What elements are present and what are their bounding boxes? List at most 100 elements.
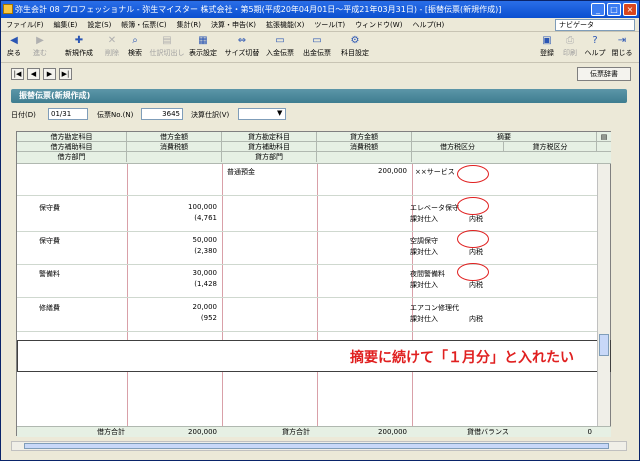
menu-bar: ファイル(F) 編集(E) 設定(S) 帳簿・伝票(C) 集計(R) 決算・申告(K) 拡張… [1, 18, 639, 32]
app-icon [3, 4, 13, 14]
header-debit-sub: 借方補助科目 [17, 142, 127, 152]
menu-window[interactable]: ウィンドウ(W) [350, 18, 407, 32]
register-button[interactable]: ▣ 登録 [538, 35, 556, 61]
balance-value: 0 [587, 428, 592, 436]
credit-total: 200,000 [378, 428, 407, 436]
close-button[interactable]: ⇥ 閉じる [610, 35, 634, 61]
help-button[interactable]: ? ヘルプ [583, 35, 607, 61]
date-label: 日付(D) [11, 111, 36, 119]
memo-icon[interactable]: ▤ [597, 132, 611, 142]
new-button[interactable]: ✚ 新規作成 [63, 35, 95, 61]
import-button[interactable]: ▤ 仕訳切出し [149, 35, 185, 61]
header-debit-dept: 借方部門 [17, 152, 127, 162]
closing-entry-label: 決算仕訳(V) [191, 111, 230, 119]
header-row-2: 借方補助科目 消費税額 貸方補助科目 消費税額 借方税区分 貸方税区分 [17, 142, 611, 152]
app-window: 弥生会計 08 プロフェッショナル - 弥生マイスター 株式会社・第5期(平成2… [0, 0, 640, 461]
out-slip-icon: ▭ [312, 35, 322, 46]
header-summary: 摘要 [412, 132, 597, 142]
table-row[interactable]: 普通預金 200,000 ××サービス [17, 164, 597, 196]
back-button[interactable]: ◀ 戻る [5, 35, 23, 61]
annotation-note: 摘要に続けて「１月分」と入れたい [350, 350, 574, 366]
delete-button[interactable]: ✕ 削除 [101, 35, 123, 61]
navigator-dropdown[interactable]: ナビゲータ [555, 19, 635, 31]
menu-books[interactable]: 帳簿・伝票(C) [116, 18, 171, 32]
prev-record-button[interactable]: ◀ [27, 68, 40, 80]
chevron-down-icon[interactable]: ▼ [277, 109, 282, 117]
balance-label: 貸借バランス [467, 428, 509, 436]
header-credit-dept: 貸方部門 [222, 152, 317, 162]
slip-no-input[interactable]: 3645 [141, 108, 183, 120]
table-row[interactable]: 保守費 100,000 (4,761 エレベータ保守 課対仕入 内税 [17, 197, 597, 232]
header-credit-tax: 消費税額 [317, 142, 412, 152]
highlight-circle [457, 230, 489, 248]
menu-tools[interactable]: ツール(T) [309, 18, 350, 32]
minimize-button[interactable]: _ [591, 3, 605, 16]
toolbar: ◀ 戻る ▶ 進む ✚ 新規作成 ✕ 削除 ⌕ 検索 ▤ 仕訳切出し ▦ 表示設定 ⇔ サイズ切… [1, 33, 639, 63]
header-row-3: 借方部門 貸方部門 [17, 152, 611, 164]
menu-reports[interactable]: 集計(R) [172, 18, 206, 32]
in-slip-icon: ▭ [275, 35, 285, 46]
help-icon: ? [592, 35, 598, 46]
header-debit-tax-type: 借方税区分 [412, 142, 504, 152]
highlight-circle [457, 263, 489, 281]
debit-total-label: 借方合計 [97, 428, 125, 436]
horizontal-scrollbar[interactable] [11, 441, 627, 451]
header-debit-account: 借方勘定科目 [17, 132, 127, 142]
size-toggle-button[interactable]: ⇔ サイズ切替 [223, 35, 261, 61]
menu-settings[interactable]: 設定(S) [82, 18, 116, 32]
delete-icon: ✕ [107, 35, 117, 46]
display-icon: ▦ [198, 35, 208, 46]
table-row[interactable]: 修繕費 20,000 (952 エアコン修理代 課対仕入 内税 [17, 300, 597, 332]
arrow-right-icon: ▶ [36, 35, 44, 46]
table-row[interactable]: 保守費 50,000 (2,380 空調保守 課対仕入 内税 [17, 230, 597, 265]
date-input[interactable]: 01/31 [48, 108, 88, 120]
maximize-button[interactable]: □ [607, 3, 621, 16]
in-slip-button[interactable]: ▭ 入金伝票 [264, 35, 296, 61]
title-bar: 弥生会計 08 プロフェッショナル - 弥生マイスター 株式会社・第5期(平成2… [1, 1, 639, 18]
next-record-button[interactable]: ▶ [43, 68, 56, 80]
header-debit-tax: 消費税額 [127, 142, 222, 152]
resize-icon: ⇔ [237, 35, 247, 46]
search-button[interactable]: ⌕ 検索 [125, 35, 145, 61]
record-navigation: |◀ ◀ ▶ ▶| 伝票辞書 [1, 63, 639, 85]
register-icon: ▣ [542, 35, 552, 46]
menu-closing[interactable]: 決算・申告(K) [206, 18, 261, 32]
close-window-button[interactable]: × [623, 3, 637, 16]
new-document-icon: ✚ [74, 35, 84, 46]
highlight-circle [457, 197, 489, 215]
slip-header-fields: 日付(D) 01/31 伝票No.(N) 3645 決算仕訳(V) ▼ [11, 107, 627, 123]
panel-title: 振替伝票(新規作成) [11, 89, 627, 103]
slip-dictionary-button[interactable]: 伝票辞書 [577, 67, 631, 81]
journal-grid: 借方勘定科目 借方金額 貸方勘定科目 貸方金額 摘要 ▤ 借方補助科目 消費税額… [16, 131, 611, 437]
menu-extensions[interactable]: 拡張機能(X) [261, 18, 309, 32]
window-title: 弥生会計 08 プロフェッショナル - 弥生マイスター 株式会社・第5期(平成2… [15, 5, 502, 14]
header-credit-tax-type: 貸方税区分 [504, 142, 597, 152]
scroll-thumb[interactable] [599, 334, 609, 356]
last-record-button[interactable]: ▶| [59, 68, 72, 80]
out-slip-button[interactable]: ▭ 出金伝票 [301, 35, 333, 61]
menu-file[interactable]: ファイル(F) [1, 18, 49, 32]
import-icon: ▤ [162, 35, 172, 46]
header-credit-amount: 貸方金額 [317, 132, 412, 142]
forward-button[interactable]: ▶ 進む [31, 35, 49, 61]
search-icon: ⌕ [132, 35, 138, 46]
vertical-scrollbar[interactable] [597, 164, 610, 426]
print-button[interactable]: ⎙ 印刷 [561, 35, 579, 61]
display-settings-button[interactable]: ▦ 表示設定 [187, 35, 219, 61]
header-debit-amount: 借方金額 [127, 132, 222, 142]
header-credit-sub: 貸方補助科目 [222, 142, 317, 152]
menu-edit[interactable]: 編集(E) [49, 18, 83, 32]
credit-total-label: 貸方合計 [282, 428, 310, 436]
printer-icon: ⎙ [566, 35, 574, 46]
header-credit-account: 貸方勘定科目 [222, 132, 317, 142]
slip-no-label: 伝票No.(N) [97, 111, 134, 119]
table-row[interactable]: 警備料 30,000 (1,428 夜間警備料 課対仕入 内税 [17, 263, 597, 298]
scroll-thumb[interactable] [24, 443, 609, 449]
arrow-left-icon: ◀ [10, 35, 18, 46]
menu-help[interactable]: ヘルプ(H) [407, 18, 449, 32]
header-row-1: 借方勘定科目 借方金額 貸方勘定科目 貸方金額 摘要 ▤ [17, 132, 611, 142]
first-record-button[interactable]: |◀ [11, 68, 24, 80]
close-door-icon: ⇥ [617, 35, 627, 46]
debit-total: 200,000 [188, 428, 217, 436]
account-settings-button[interactable]: ⚙ 科目設定 [339, 35, 371, 61]
